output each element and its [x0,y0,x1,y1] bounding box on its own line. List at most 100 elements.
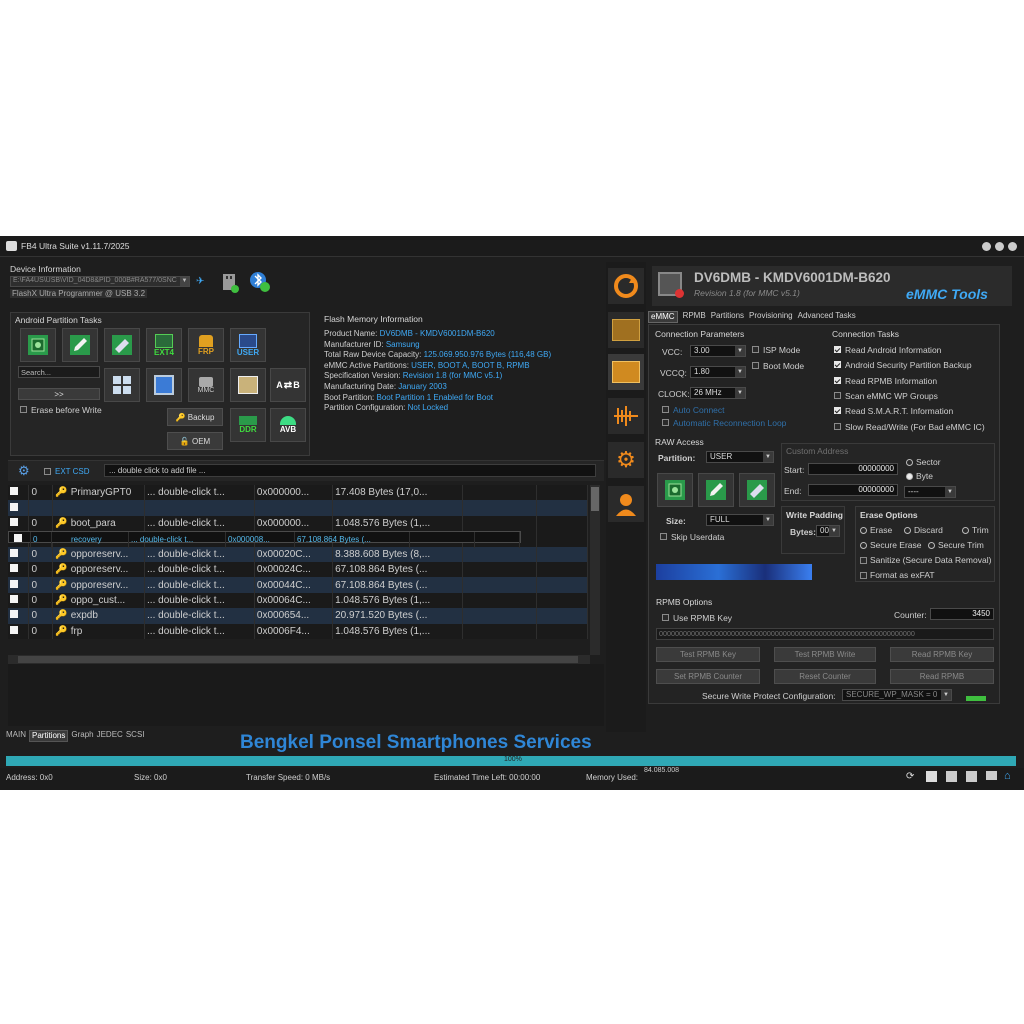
row-file[interactable]: ... double-click t... [144,577,255,593]
pin-icon[interactable]: ✈ [196,276,204,287]
row-checkbox-cell[interactable] [8,592,30,609]
counter-input[interactable]: 3450 [930,608,994,620]
row-checkbox[interactable] [10,610,18,619]
row-file[interactable]: ... double-click t... [144,546,255,562]
read-rpmb-button[interactable]: Read RPMB [890,669,994,684]
row-checkbox[interactable] [10,625,18,634]
add-file-input[interactable]: ... double click to add file ... [104,464,596,477]
swp-config-select[interactable]: SECURE_WP_MASK = 0 ▼ [842,689,952,701]
row-checkbox[interactable] [10,517,18,526]
tab-partitions[interactable]: Partitions [29,730,69,742]
table-row[interactable]: 0 🔑 boot_para... double-click t... 0x000000… [8,515,589,532]
row-checkbox-cell[interactable] [8,500,30,516]
ab-slot-button[interactable]: A ⇄ B [270,368,306,402]
home-icon[interactable]: ⌂ [1004,770,1011,782]
conn-task-checkbox[interactable] [834,422,841,430]
row-checkbox-cell[interactable] [8,515,30,532]
read-rpmb-key-button[interactable]: Read RPMB Key [890,647,994,662]
clock-select[interactable]: 26 MHz ▼ [690,387,746,399]
conn-task-checkbox[interactable] [834,391,841,399]
port-select[interactable]: E:\FA4US\USB\VID_04D8&PID_000B#RA577/0SN… [10,276,190,287]
apply-icon[interactable] [966,696,986,701]
blank-image-button[interactable] [146,368,182,402]
frp-button[interactable]: FRP [188,328,224,362]
backup-button[interactable]: 🔑 Backup [167,408,223,426]
test-rpmb-key-button[interactable]: Test RPMB Key [656,647,760,662]
gear-icon[interactable]: ⚙ [18,463,30,479]
close-icon[interactable] [1008,242,1017,251]
tab-provisioning[interactable]: Provisioning [749,311,793,323]
folder-icon[interactable] [986,771,997,780]
end-unit-select[interactable]: ---- ▼ [904,486,956,498]
oem-button[interactable]: 🔓 OEM [167,432,223,450]
raw-write-button[interactable] [698,473,734,507]
sidebar-item-ufs[interactable] [608,312,644,348]
conn-task-checkbox[interactable] [834,407,841,415]
sanitize-checkbox[interactable] [860,557,867,564]
start-address-input[interactable]: 00000000 [808,463,898,475]
conn-task-checkbox[interactable] [834,361,841,369]
toolkit-button[interactable] [230,368,266,402]
windows-button[interactable] [104,368,140,402]
isp-mode-checkbox[interactable] [752,346,759,353]
row-checkbox[interactable] [10,594,18,603]
save-icon[interactable] [926,771,937,782]
sidebar-item-settings[interactable]: ⚙ [608,442,644,478]
boot-mode-checkbox[interactable] [752,362,759,369]
erase-partition-button[interactable] [104,328,140,362]
tab-emmc[interactable]: eMMC [648,311,678,323]
table-row[interactable]: 0 🔑 expdb... double-click t... 0x000654... 2… [8,608,589,624]
read-partition-button[interactable] [20,328,56,362]
table-row[interactable]: 0 🔑 oppo_cust...... double-click t... 0x000… [8,592,589,609]
monitor-icon[interactable] [966,771,977,782]
row-checkbox[interactable] [10,579,18,588]
table-row[interactable]: 0 recovery ... double-click t... 0x000008..… [8,531,521,548]
vccq-select[interactable]: 1.80 ▼ [690,366,746,378]
table-row[interactable]: 0 🔑 opporeserv...... double-click t... 0x00… [8,577,589,593]
tab-advanced-tasks[interactable]: Advanced Tasks [798,311,856,323]
refresh-icon[interactable]: ⟳ [906,771,918,783]
trim-radio[interactable] [962,527,969,534]
tab-main[interactable]: MAIN [6,730,26,742]
scroll-thumb[interactable] [591,487,599,511]
conn-task-checkbox[interactable] [834,346,841,353]
write-partition-button[interactable] [62,328,98,362]
bytes-select[interactable]: 00 ▼ [816,525,840,537]
erase-radio[interactable] [860,527,867,534]
search-input[interactable]: Search... [18,366,100,378]
table-row[interactable]: 0 🔑 PrimaryGPT0... double-click t... 0x0000… [8,485,589,501]
set-rpmb-counter-button[interactable]: Set RPMB Counter [656,669,760,684]
row-file[interactable]: ... double-click t... [144,485,255,501]
tab-scsi[interactable]: SCSI [126,730,145,742]
tab-rpmb[interactable]: RPMB [683,311,706,323]
rpmb-key-input[interactable]: 0000000000000000000000000000000000000000… [656,628,994,640]
ext4-button[interactable]: EXT4 [146,328,182,362]
auto-reconnect-checkbox[interactable] [662,419,669,426]
row-checkbox[interactable] [10,487,18,496]
raw-erase-button[interactable] [739,473,775,507]
use-rpmb-key-checkbox[interactable] [662,614,669,621]
sector-radio[interactable] [906,459,913,466]
vertical-scrollbar[interactable] [590,485,600,655]
mmc-button[interactable]: MMC [188,368,224,402]
table-row[interactable] [8,500,589,516]
table-row[interactable]: 0 🔑 opporeserv...... double-click t... 0x00… [8,546,589,562]
row-checkbox-cell[interactable] [8,623,30,639]
row-checkbox-cell[interactable] [8,608,30,624]
format-exfat-checkbox[interactable] [860,572,867,579]
reset-counter-button[interactable]: Reset Counter [774,669,876,684]
window-icon[interactable] [946,771,957,782]
row-checkbox-cell[interactable] [8,546,30,562]
sidebar-item-emmc[interactable] [608,354,644,390]
row-file[interactable] [144,500,255,516]
row-file[interactable]: ... double-click t... [128,532,226,548]
sidebar-item-jtag[interactable] [608,398,644,434]
row-checkbox-cell[interactable] [8,561,30,578]
erase-before-write-checkbox[interactable] [20,406,27,413]
row-file[interactable]: ... double-click t... [144,561,255,578]
row-checkbox[interactable] [10,564,18,573]
ext-csd-checkbox[interactable] [44,468,51,475]
scroll-thumb[interactable] [18,656,578,663]
table-row[interactable]: 0 🔑 frp... double-click t... 0x0006F4... 1.0… [8,623,589,639]
row-checkbox[interactable] [14,534,22,543]
